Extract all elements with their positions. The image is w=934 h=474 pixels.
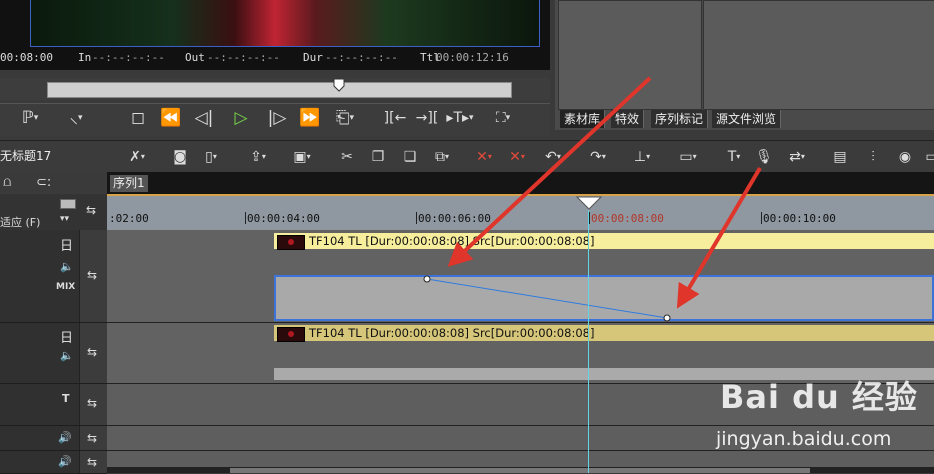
annotation-arrow <box>447 76 652 267</box>
baidu-brand-text: Bai du 经验 <box>720 378 918 416</box>
baidu-url-text: jingyan.baidu.com <box>716 428 892 450</box>
annotation-arrow <box>676 166 762 309</box>
baidu-watermark: Bai du 经验 jingyan.baidu.com <box>716 372 934 473</box>
